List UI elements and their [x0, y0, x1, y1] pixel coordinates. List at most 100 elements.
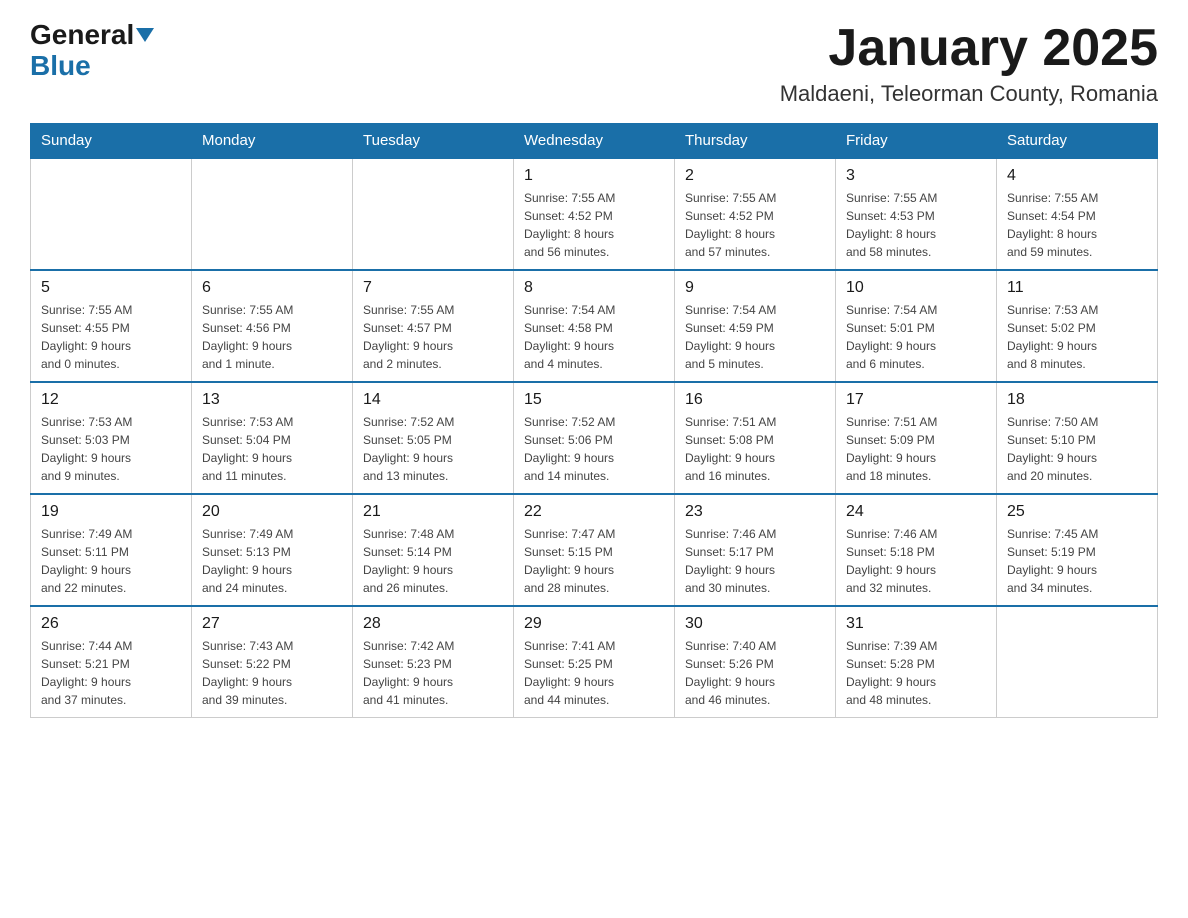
calendar-cell: 16 Sunrise: 7:51 AMSunset: 5:08 PMDayligh…	[675, 382, 836, 494]
day-info: Sunrise: 7:45 AMSunset: 5:19 PMDaylight:…	[1007, 525, 1147, 597]
calendar-cell: 18Sunrise: 7:50 AMSunset: 5:10 PMDayligh…	[997, 382, 1158, 494]
calendar-cell: 9 Sunrise: 7:54 AMSunset: 4:59 PMDaylight…	[675, 270, 836, 382]
day-number: 8	[524, 279, 664, 297]
calendar-cell: 11 Sunrise: 7:53 AMSunset: 5:02 PMDayligh…	[997, 270, 1158, 382]
day-info: Sunrise: 7:43 AMSunset: 5:22 PMDaylight:…	[202, 637, 342, 709]
calendar-cell: 3 Sunrise: 7:55 AMSunset: 4:53 PMDaylight…	[836, 158, 997, 270]
calendar-cell: 23 Sunrise: 7:46 AMSunset: 5:17 PMDayligh…	[675, 494, 836, 606]
day-info: Sunrise: 7:55 AMSunset: 4:53 PMDaylight:…	[846, 189, 986, 261]
day-info: Sunrise: 7:53 AMSunset: 5:02 PMDaylight:…	[1007, 301, 1147, 373]
day-number: 22	[524, 503, 664, 521]
day-header-saturday: Saturday	[997, 124, 1158, 159]
calendar-cell: 22 Sunrise: 7:47 AMSunset: 5:15 PMDayligh…	[514, 494, 675, 606]
calendar-cell	[192, 158, 353, 270]
calendar-cell: 26 Sunrise: 7:44 AMSunset: 5:21 PMDayligh…	[31, 606, 192, 718]
calendar-cell: 21 Sunrise: 7:48 AMSunset: 5:14 PMDayligh…	[353, 494, 514, 606]
day-number: 2	[685, 167, 825, 185]
calendar-cell: 14 Sunrise: 7:52 AMSunset: 5:05 PMDayligh…	[353, 382, 514, 494]
day-info: Sunrise: 7:49 AMSunset: 5:13 PMDaylight:…	[202, 525, 342, 597]
calendar-cell: 30 Sunrise: 7:40 AMSunset: 5:26 PMDayligh…	[675, 606, 836, 718]
day-number: 3	[846, 167, 986, 185]
day-info: Sunrise: 7:55 AMSunset: 4:55 PMDaylight:…	[41, 301, 181, 373]
calendar-cell: 24 Sunrise: 7:46 AMSunset: 5:18 PMDayligh…	[836, 494, 997, 606]
calendar-cell: 8Sunrise: 7:54 AMSunset: 4:58 PMDaylight…	[514, 270, 675, 382]
calendar-cell: 20Sunrise: 7:49 AMSunset: 5:13 PMDayligh…	[192, 494, 353, 606]
day-info: Sunrise: 7:52 AMSunset: 5:05 PMDaylight:…	[363, 413, 503, 485]
day-header-friday: Friday	[836, 124, 997, 159]
calendar-cell: 10Sunrise: 7:54 AMSunset: 5:01 PMDayligh…	[836, 270, 997, 382]
calendar-subtitle: Maldaeni, Teleorman County, Romania	[780, 81, 1158, 107]
day-number: 12	[41, 391, 181, 409]
calendar-cell: 2 Sunrise: 7:55 AMSunset: 4:52 PMDaylight…	[675, 158, 836, 270]
day-number: 17	[846, 391, 986, 409]
day-number: 21	[363, 503, 503, 521]
day-number: 14	[363, 391, 503, 409]
day-info: Sunrise: 7:42 AMSunset: 5:23 PMDaylight:…	[363, 637, 503, 709]
day-info: Sunrise: 7:55 AMSunset: 4:52 PMDaylight:…	[685, 189, 825, 261]
day-header-thursday: Thursday	[675, 124, 836, 159]
week-row-1: 1 Sunrise: 7:55 AMSunset: 4:52 PMDaylight…	[31, 158, 1158, 270]
calendar-cell: 5Sunrise: 7:55 AMSunset: 4:55 PMDaylight…	[31, 270, 192, 382]
day-info: Sunrise: 7:54 AMSunset: 4:59 PMDaylight:…	[685, 301, 825, 373]
title-area: January 2025 Maldaeni, Teleorman County,…	[780, 20, 1158, 107]
day-number: 26	[41, 615, 181, 633]
day-info: Sunrise: 7:46 AMSunset: 5:18 PMDaylight:…	[846, 525, 986, 597]
day-number: 9	[685, 279, 825, 297]
day-header-monday: Monday	[192, 124, 353, 159]
page-header: General Blue January 2025 Maldaeni, Tele…	[30, 20, 1158, 107]
day-number: 28	[363, 615, 503, 633]
week-row-4: 19 Sunrise: 7:49 AMSunset: 5:11 PMDayligh…	[31, 494, 1158, 606]
day-info: Sunrise: 7:53 AMSunset: 5:03 PMDaylight:…	[41, 413, 181, 485]
day-number: 31	[846, 615, 986, 633]
day-info: Sunrise: 7:48 AMSunset: 5:14 PMDaylight:…	[363, 525, 503, 597]
calendar-table: SundayMondayTuesdayWednesdayThursdayFrid…	[30, 123, 1158, 718]
calendar-cell: 19 Sunrise: 7:49 AMSunset: 5:11 PMDayligh…	[31, 494, 192, 606]
week-row-5: 26 Sunrise: 7:44 AMSunset: 5:21 PMDayligh…	[31, 606, 1158, 718]
day-info: Sunrise: 7:50 AMSunset: 5:10 PMDaylight:…	[1007, 413, 1147, 485]
day-info: Sunrise: 7:41 AMSunset: 5:25 PMDaylight:…	[524, 637, 664, 709]
day-number: 19	[41, 503, 181, 521]
calendar-cell: 12 Sunrise: 7:53 AMSunset: 5:03 PMDayligh…	[31, 382, 192, 494]
day-info: Sunrise: 7:40 AMSunset: 5:26 PMDaylight:…	[685, 637, 825, 709]
calendar-cell: 1Sunrise: 7:55 AMSunset: 4:52 PMDaylight…	[514, 158, 675, 270]
day-number: 25	[1007, 503, 1147, 521]
logo-blue: Blue	[30, 50, 91, 81]
week-row-3: 12 Sunrise: 7:53 AMSunset: 5:03 PMDayligh…	[31, 382, 1158, 494]
calendar-cell: 7Sunrise: 7:55 AMSunset: 4:57 PMDaylight…	[353, 270, 514, 382]
day-number: 6	[202, 279, 342, 297]
day-info: Sunrise: 7:39 AMSunset: 5:28 PMDaylight:…	[846, 637, 986, 709]
day-number: 15	[524, 391, 664, 409]
calendar-cell: 29 Sunrise: 7:41 AMSunset: 5:25 PMDayligh…	[514, 606, 675, 718]
calendar-cell: 25 Sunrise: 7:45 AMSunset: 5:19 PMDayligh…	[997, 494, 1158, 606]
calendar-cell: 6 Sunrise: 7:55 AMSunset: 4:56 PMDaylight…	[192, 270, 353, 382]
day-info: Sunrise: 7:46 AMSunset: 5:17 PMDaylight:…	[685, 525, 825, 597]
day-number: 1	[524, 167, 664, 185]
day-info: Sunrise: 7:54 AMSunset: 5:01 PMDaylight:…	[846, 301, 986, 373]
day-info: Sunrise: 7:55 AMSunset: 4:56 PMDaylight:…	[202, 301, 342, 373]
day-info: Sunrise: 7:49 AMSunset: 5:11 PMDaylight:…	[41, 525, 181, 597]
day-header-tuesday: Tuesday	[353, 124, 514, 159]
calendar-cell	[997, 606, 1158, 718]
day-info: Sunrise: 7:55 AMSunset: 4:54 PMDaylight:…	[1007, 189, 1147, 261]
calendar-cell: 13Sunrise: 7:53 AMSunset: 5:04 PMDayligh…	[192, 382, 353, 494]
day-info: Sunrise: 7:47 AMSunset: 5:15 PMDaylight:…	[524, 525, 664, 597]
day-info: Sunrise: 7:53 AMSunset: 5:04 PMDaylight:…	[202, 413, 342, 485]
day-info: Sunrise: 7:51 AMSunset: 5:08 PMDaylight:…	[685, 413, 825, 485]
calendar-title: January 2025	[780, 20, 1158, 77]
day-number: 4	[1007, 167, 1147, 185]
week-row-2: 5Sunrise: 7:55 AMSunset: 4:55 PMDaylight…	[31, 270, 1158, 382]
calendar-cell	[31, 158, 192, 270]
day-number: 29	[524, 615, 664, 633]
day-number: 30	[685, 615, 825, 633]
logo-general: General	[30, 19, 134, 50]
calendar-cell: 17 Sunrise: 7:51 AMSunset: 5:09 PMDayligh…	[836, 382, 997, 494]
day-number: 7	[363, 279, 503, 297]
day-number: 23	[685, 503, 825, 521]
day-info: Sunrise: 7:51 AMSunset: 5:09 PMDaylight:…	[846, 413, 986, 485]
calendar-cell: 15Sunrise: 7:52 AMSunset: 5:06 PMDayligh…	[514, 382, 675, 494]
day-number: 24	[846, 503, 986, 521]
day-number: 16	[685, 391, 825, 409]
day-number: 11	[1007, 279, 1147, 297]
day-info: Sunrise: 7:44 AMSunset: 5:21 PMDaylight:…	[41, 637, 181, 709]
calendar-cell: 4 Sunrise: 7:55 AMSunset: 4:54 PMDaylight…	[997, 158, 1158, 270]
